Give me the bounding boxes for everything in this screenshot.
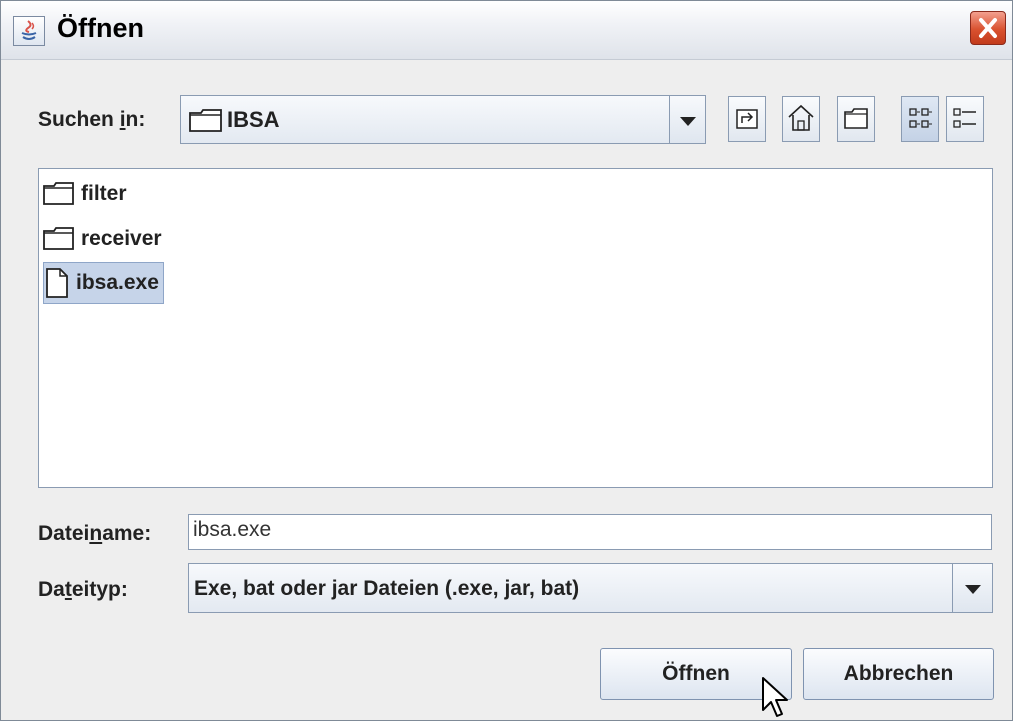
filename-label: Dateiname:: [38, 522, 152, 545]
file-icon: [46, 268, 68, 298]
file-name: receiver: [81, 227, 162, 250]
filename-input[interactable]: ibsa.exe: [188, 514, 992, 550]
list-item-filter[interactable]: filter: [43, 173, 131, 215]
filetype-value: Exe, bat oder jar Dateien (.exe, jar, ba…: [194, 577, 580, 600]
folder-icon: [43, 182, 74, 205]
mouse-cursor-icon: [762, 677, 788, 717]
window-title: Öffnen: [57, 13, 144, 43]
filetype-dropdown-arrow[interactable]: [952, 564, 992, 612]
file-name: ibsa.exe: [76, 271, 159, 294]
home-button[interactable]: [782, 96, 820, 142]
list-view-icon: [909, 108, 932, 128]
new-folder-button[interactable]: [837, 96, 875, 142]
home-icon: [788, 104, 814, 131]
up-folder-button[interactable]: [728, 96, 766, 142]
title-bar[interactable]: Öffnen: [1, 1, 1012, 60]
look-in-combo[interactable]: IBSA: [180, 95, 706, 144]
close-button[interactable]: [970, 11, 1006, 45]
list-item-ibsa-exe[interactable]: ibsa.exe: [43, 262, 164, 304]
list-view-button[interactable]: [901, 96, 939, 142]
file-list[interactable]: filter receiver ibsa.exe: [38, 168, 993, 488]
look-in-dropdown-arrow[interactable]: [669, 96, 705, 143]
folder-icon: [43, 227, 74, 250]
open-dialog: Öffnen Suchen in: IBSA filter receiver i…: [0, 0, 1013, 721]
look-in-label: Suchen in:: [38, 108, 146, 131]
new-folder-icon: [844, 108, 868, 129]
look-in-value: IBSA: [227, 107, 280, 132]
filetype-combo[interactable]: Exe, bat oder jar Dateien (.exe, jar, ba…: [188, 563, 993, 613]
details-view-icon: [953, 108, 976, 128]
cancel-button[interactable]: Abbrechen: [803, 648, 994, 700]
list-item-receiver[interactable]: receiver: [43, 218, 166, 260]
filetype-label: Dateityp:: [38, 578, 128, 601]
close-icon: [979, 18, 997, 38]
file-name: filter: [81, 182, 127, 205]
up-folder-icon: [736, 109, 758, 129]
folder-icon: [189, 109, 222, 132]
java-app-icon: [13, 16, 45, 46]
details-view-button[interactable]: [946, 96, 984, 142]
